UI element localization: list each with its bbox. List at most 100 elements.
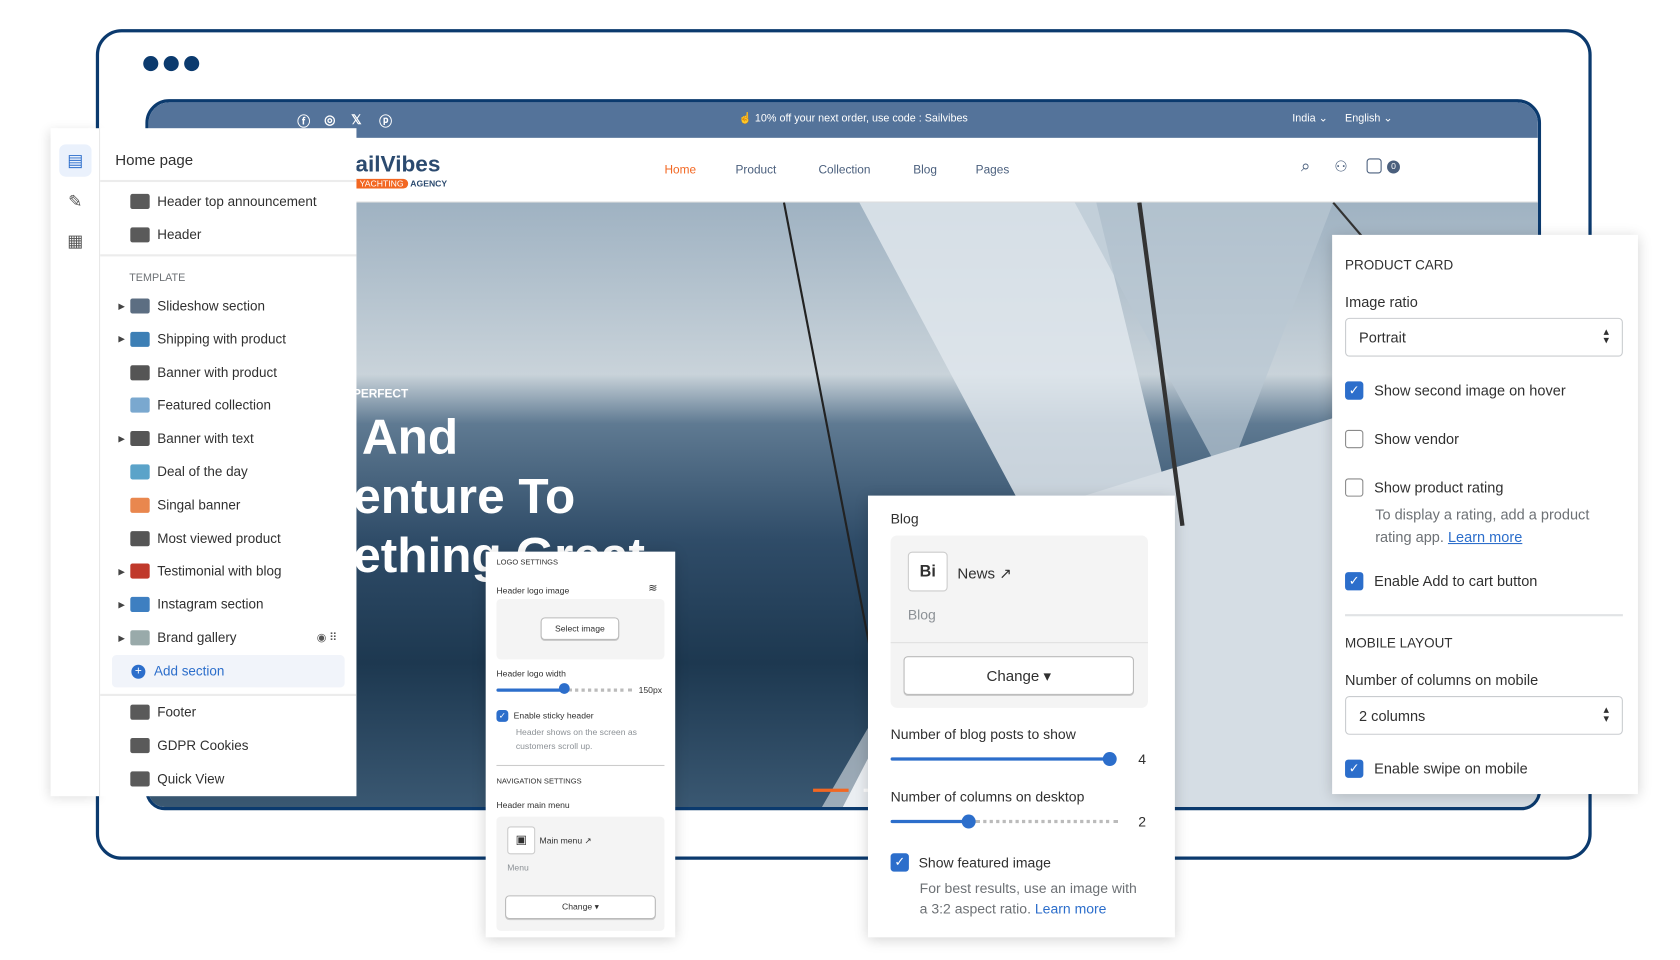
section-item[interactable]: GDPR Cookies [100, 730, 356, 760]
store-header: ailVibes YACHTING AGENCY Home Product Co… [148, 137, 1538, 203]
section-heading: NAVIGATION SETTINGS [496, 777, 582, 786]
add-section-button[interactable]: + Add section [111, 655, 345, 688]
show-featured-image-checkbox[interactable]: ✓ Show featured image [890, 853, 1051, 872]
blog-link[interactable]: News ↗ [957, 565, 1012, 583]
swipe-mobile-checkbox[interactable]: ✓ Enable swipe on mobile [1345, 759, 1528, 778]
learn-more-link[interactable]: Learn more [1035, 901, 1107, 917]
section-item[interactable]: ▶ Slideshow section [100, 291, 356, 321]
nav-product[interactable]: Product [736, 164, 777, 177]
x-icon[interactable]: 𝕏 [351, 112, 361, 127]
expand-caret-icon[interactable]: ▶ [113, 567, 130, 577]
section-item[interactable]: Header [100, 220, 356, 250]
logo-width-value: 150px [638, 685, 663, 695]
section-thumbnail-icon [130, 737, 150, 753]
instagram-icon[interactable]: ◎ [324, 112, 335, 127]
announcement-bar: ⓕ ◎ 𝕏 ⓟ ☝ 10% off your next order, use c… [148, 102, 1538, 138]
columns-slider-handle[interactable] [961, 814, 976, 829]
theme-settings-brush-icon[interactable]: ✎ [59, 185, 91, 217]
section-thumbnail-icon [130, 563, 150, 579]
visibility-eye-icon[interactable]: ◉ ⠿ [317, 632, 337, 644]
field-label: Header logo image [496, 586, 570, 596]
help-text: rating app. Learn more [1375, 529, 1523, 546]
logo-width-slider-handle[interactable] [558, 683, 570, 694]
logo-width-slider-track[interactable] [567, 688, 633, 692]
section-item[interactable]: Singal banner [100, 490, 356, 520]
mobile-columns-select[interactable]: 2 columns ▴ ▾ [1345, 696, 1623, 735]
add-to-cart-checkbox[interactable]: ✓ Enable Add to cart button [1345, 572, 1537, 591]
search-icon[interactable]: ⌕ [1301, 157, 1311, 176]
section-thumbnail-icon [130, 227, 150, 243]
hero-heading-line: enture To [353, 467, 576, 524]
language-selector[interactable]: English ⌄ [1345, 113, 1392, 125]
section-item-label: Most viewed product [157, 530, 281, 546]
change-blog-button[interactable]: Change ▾ [903, 656, 1134, 695]
store-logo[interactable]: ailVibes YACHTING AGENCY [355, 152, 447, 190]
sections-icon[interactable]: ▤ [59, 144, 92, 177]
field-label: Image ratio [1345, 294, 1418, 311]
pinterest-icon[interactable]: ⓟ [379, 112, 392, 130]
section-item[interactable]: ▶ Brand gallery ◉ ⠿ [100, 623, 356, 653]
change-menu-button[interactable]: Change ▾ [505, 895, 656, 920]
expand-caret-icon[interactable]: ▶ [113, 434, 130, 444]
expand-caret-icon[interactable]: ▶ [113, 334, 130, 344]
select-image-button[interactable]: Select image [540, 617, 620, 640]
thumbs-up-icon: ☝ [738, 113, 753, 125]
window-dot [184, 56, 200, 72]
show-vendor-checkbox[interactable]: Show vendor [1345, 429, 1459, 449]
nav-home[interactable]: Home [664, 164, 696, 177]
section-item[interactable]: Deal of the day [100, 457, 356, 487]
nav-blog[interactable]: Blog [913, 164, 937, 177]
help-text: customers scroll up. [515, 741, 593, 751]
section-heading: MOBILE LAYOUT [1345, 635, 1453, 651]
expand-caret-icon[interactable]: ▶ [113, 301, 130, 311]
section-item[interactable]: ▶ Shipping with product [100, 324, 356, 354]
section-thumbnail-icon [130, 464, 150, 480]
section-item-label: Header top announcement [157, 193, 317, 210]
section-item[interactable]: Banner with product [100, 357, 356, 387]
app-blocks-icon[interactable]: ▦ [59, 225, 91, 257]
country-selector[interactable]: India ⌄ [1292, 113, 1327, 125]
sticky-header-checkbox[interactable]: ✓ Enable sticky header [496, 710, 594, 722]
checkbox-checked-icon: ✓ [496, 710, 509, 722]
help-text: For best results, use an image with [919, 880, 1137, 897]
section-item[interactable]: ▶ Testimonial with blog [100, 556, 356, 586]
section-item-label: Featured collection [157, 397, 271, 414]
section-item-label: Quick View [157, 770, 225, 787]
blog-posts-slider-handle[interactable] [1102, 752, 1117, 767]
field-label: Number of columns on desktop [890, 788, 1085, 805]
image-ratio-select[interactable]: Portrait ▴ ▾ [1345, 317, 1623, 357]
section-item[interactable]: ▶ Instagram section [100, 590, 356, 620]
section-item[interactable]: Quick View [100, 763, 356, 793]
blog-icon: Bi [907, 551, 948, 592]
section-item[interactable]: Most viewed product [100, 523, 356, 553]
section-thumbnail-icon [130, 597, 150, 613]
account-icon[interactable]: ⚇ [1334, 157, 1348, 175]
section-item-label: GDPR Cookies [157, 737, 249, 753]
second-image-checkbox[interactable]: ✓ Show second image on hover [1345, 381, 1566, 400]
checkbox-unchecked-icon [1345, 429, 1364, 449]
section-thumbnail-icon [130, 530, 150, 546]
section-heading: PRODUCT CARD [1345, 257, 1454, 273]
expand-caret-icon[interactable]: ▶ [113, 600, 130, 610]
section-item-label: Deal of the day [157, 464, 248, 480]
section-item-label: Header [157, 227, 202, 243]
section-thumbnail-icon [130, 497, 150, 513]
expand-caret-icon[interactable]: ▶ [113, 633, 130, 643]
show-rating-checkbox[interactable]: Show product rating [1345, 478, 1503, 497]
product-card-panel: PRODUCT CARD Image ratio Portrait ▴ ▾ ✓ Sho… [1332, 234, 1638, 795]
columns-slider-track[interactable] [975, 819, 1118, 824]
plus-circle-icon: + [131, 664, 146, 679]
section-item[interactable]: Featured collection [100, 390, 356, 420]
checkbox-label: Enable sticky header [513, 711, 594, 721]
cart-icon[interactable] [1366, 158, 1382, 174]
nav-pages[interactable]: Pages [976, 164, 1010, 177]
learn-more-link[interactable]: Learn more [1448, 529, 1522, 545]
help-text: a 3:2 aspect ratio. Learn more [919, 900, 1107, 917]
section-item[interactable]: Footer [100, 697, 356, 727]
section-item-label: Testimonial with blog [157, 563, 282, 579]
select-arrows-icon: ▴ ▾ [1603, 704, 1609, 726]
section-item[interactable]: ▶ Banner with text [100, 424, 356, 454]
menu-link[interactable]: Main menu ↗ [540, 836, 592, 846]
nav-collection[interactable]: Collection [818, 164, 870, 177]
section-item[interactable]: Header top announcement [100, 186, 356, 216]
